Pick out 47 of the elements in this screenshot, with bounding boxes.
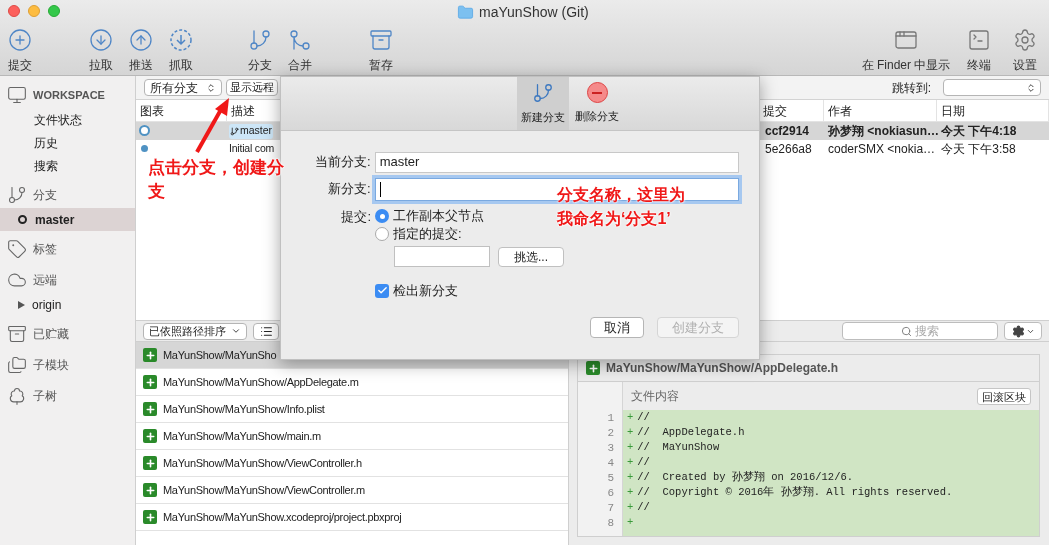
window-title: maYunShow (Git) (479, 3, 589, 22)
added-line-marker: + (627, 514, 634, 530)
line-number: 5 (606, 471, 615, 485)
hunk-title: 文件内容 (631, 388, 679, 405)
jump-to-label: 跳转到: (891, 79, 931, 97)
current-branch-label: 当前分支: (314, 153, 372, 172)
added-line-marker: + (627, 469, 634, 485)
sidebar-section-title: 标签 (33, 241, 57, 258)
sidebar-section-title: 已贮藏 (33, 326, 69, 343)
code-line: // Copyright © 2016年 孙梦翔. All rights reserved. (637, 484, 953, 500)
commit-date: 今天 下午4:18 (941, 123, 1017, 140)
diff-file-path: MaYunShow/MaYunShow/AppDelegate.h (606, 360, 839, 377)
code-line: // (637, 499, 650, 515)
sidebar-section-title: 远端 (33, 272, 57, 289)
line-number: 4 (606, 456, 615, 470)
commit-author: coderSMX <nokia… (828, 141, 936, 158)
added-line-marker: + (627, 424, 634, 440)
annotation-text: 分支名称，这里为我命名为‘分支1’ (557, 185, 686, 229)
commit-hash: ccf2914 (765, 123, 810, 140)
line-number: 1 (606, 411, 615, 425)
line-number: 2 (606, 426, 615, 440)
sidebar-section-title: WORKSPACE (33, 87, 105, 103)
sidebar-section-title: 分支 (33, 187, 57, 204)
code-line: // (637, 454, 650, 470)
line-number: 3 (606, 441, 615, 455)
added-line-marker: + (627, 439, 634, 455)
new-branch-label: 新分支: (327, 180, 372, 199)
commit-hash: 5e266a8 (765, 141, 812, 158)
line-number: 8 (606, 516, 615, 530)
code-line: // (637, 409, 650, 425)
line-number: 7 (606, 501, 615, 515)
commit-label: 提交: (340, 208, 372, 225)
commit-description: Initial com (229, 141, 275, 157)
commit-date: 今天 下午3:58 (941, 141, 1016, 158)
branch-badge: master (229, 123, 274, 139)
code-line: // AppDelegate.h (637, 424, 745, 440)
added-line-marker: + (627, 409, 634, 425)
added-line-marker: + (627, 484, 634, 500)
code-line: // Created by 孙梦翔 on 2016/12/6. (637, 469, 854, 485)
code-line: // MaYunShow (637, 439, 720, 455)
line-number: 6 (606, 486, 615, 500)
sidebar-section-title: 子树 (33, 388, 57, 405)
commit-author: 孙梦翔 <nokiasun… (828, 123, 940, 140)
added-line-marker: + (627, 454, 634, 470)
annotation-text: 点击分支，创建分支 (148, 157, 285, 203)
added-line-marker: + (627, 499, 634, 515)
sidebar-section-title: 子模块 (33, 357, 69, 374)
